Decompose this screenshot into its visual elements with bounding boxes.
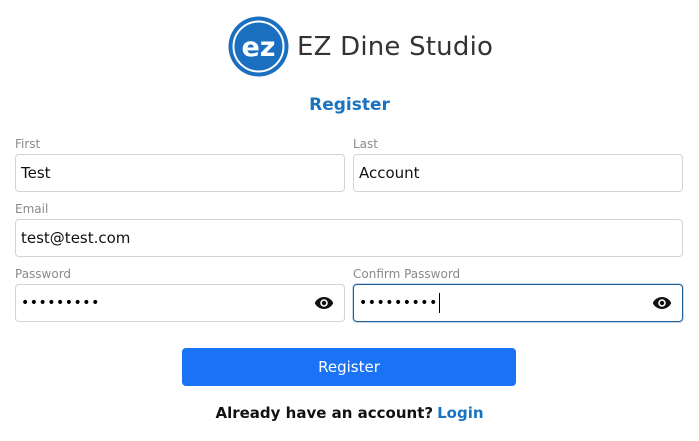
last-name-input[interactable]: Account (353, 154, 683, 192)
svg-text:ez: ez (241, 32, 275, 63)
first-name-label: First (15, 137, 41, 151)
register-page: ez EZ Dine Studio Register First Test La… (0, 0, 699, 441)
password-input[interactable]: ••••••••• (15, 284, 345, 322)
page-title: Register (309, 95, 390, 115)
register-button[interactable]: Register (182, 348, 516, 386)
brand-header: ez EZ Dine Studio (228, 16, 493, 77)
login-prompt-text: Already have an account? (215, 404, 434, 422)
email-input[interactable]: test@test.com (15, 219, 683, 257)
ez-logo: ez (228, 16, 289, 77)
text-cursor (438, 293, 440, 313)
last-name-field: Last Account (353, 136, 683, 192)
email-label: Email (15, 202, 49, 216)
eye-icon[interactable] (652, 296, 672, 310)
login-link[interactable]: Login (437, 404, 483, 422)
password-label: Password (15, 267, 72, 281)
confirm-password-field: Confirm Password ••••••••• (353, 266, 683, 322)
email-field: Email test@test.com (15, 201, 683, 257)
first-name-input[interactable]: Test (15, 154, 345, 192)
last-name-label: Last (353, 137, 378, 151)
brand-name: EZ Dine Studio (297, 31, 494, 62)
login-prompt: Already have an account? Login (0, 404, 699, 422)
ez-logo-icon: ez (228, 16, 289, 77)
last-name-value: Account (359, 164, 420, 182)
first-name-field: First Test (15, 136, 345, 192)
password-value: ••••••••• (21, 295, 100, 311)
confirm-password-input[interactable]: ••••••••• (353, 284, 683, 322)
confirm-password-value: ••••••••• (359, 295, 438, 311)
email-value: test@test.com (21, 229, 131, 247)
first-name-value: Test (21, 164, 51, 182)
eye-icon[interactable] (314, 296, 334, 310)
confirm-password-label: Confirm Password (353, 267, 461, 281)
password-field: Password ••••••••• (15, 266, 345, 322)
